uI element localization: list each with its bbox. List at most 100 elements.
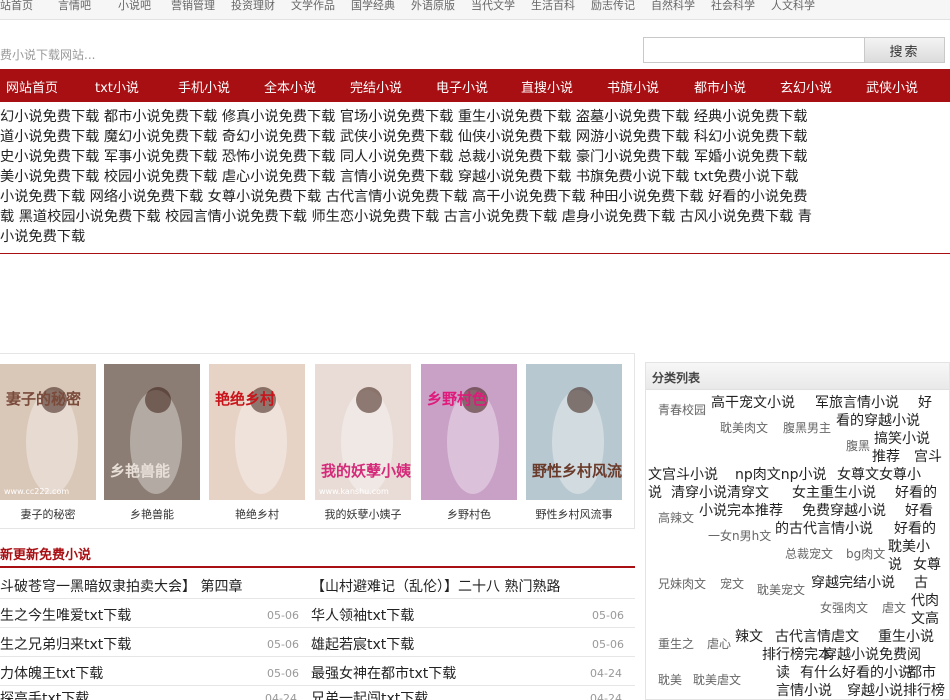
- nav-finished-novels[interactable]: 完结小说: [350, 77, 402, 96]
- category-tag[interactable]: 女强肉文: [820, 599, 868, 617]
- book-card[interactable]: 我的妖孽小姨子 www.kanshu.com 我的妖孽小姨子: [315, 364, 411, 524]
- nav-urban-novels[interactable]: 都市小说: [694, 77, 746, 96]
- category-tag[interactable]: 一女n男h文: [708, 527, 771, 545]
- category-tag[interactable]: 耽美小: [888, 538, 930, 556]
- book-card[interactable]: 乡野村色 乡野村色: [421, 364, 517, 524]
- category-tag[interactable]: np肉文np小说: [735, 466, 827, 484]
- book-card[interactable]: 野性乡村风流事 野性乡村风流事: [526, 364, 622, 524]
- category-tag[interactable]: 耽美宠文: [757, 581, 805, 599]
- list-item-link[interactable]: 斗破苍穹一黑暗奴隶拍卖大会】 第四章: [0, 576, 242, 596]
- category-tag[interactable]: 清穿小说清穿文: [671, 484, 769, 502]
- list-item-link[interactable]: 兄弟一起闯txt下载: [311, 688, 428, 700]
- genre-link-line[interactable]: 小说免费下载: [0, 227, 85, 247]
- category-tag[interactable]: 高干宠文小说: [711, 394, 795, 412]
- genre-link-line[interactable]: 小说免费下载 网络小说免费下载 女尊小说免费下载 古代言情小说免费下载 高干小说…: [0, 187, 807, 207]
- list-item-link[interactable]: 华人领袖txt下载: [311, 605, 414, 625]
- nav-direct-search[interactable]: 直搜小说: [521, 77, 573, 96]
- genre-link-line[interactable]: 载 黑道校园小说免费下载 校园言情小说免费下载 师生恋小说免费下载 古言小说免费…: [0, 207, 812, 227]
- list-item-link[interactable]: 雄起若宸txt下载: [311, 634, 414, 654]
- list-item-link[interactable]: 【山村避难记（乱伦）】二十八 熟门熟路: [311, 576, 560, 596]
- list-item-link[interactable]: 探高手txt下载: [0, 688, 89, 700]
- category-tag[interactable]: 耽美肉文: [720, 419, 768, 437]
- category-tag[interactable]: 文高: [911, 610, 939, 628]
- category-tag[interactable]: 有什么好看的小说: [800, 664, 912, 682]
- category-tag[interactable]: 代肉: [911, 592, 939, 610]
- list-item-link[interactable]: 生之兄弟归来txt下载: [0, 634, 131, 654]
- category-tag[interactable]: 女主重生小说: [792, 484, 876, 502]
- category-tag[interactable]: 重生之: [658, 635, 694, 653]
- nav-wuxia-novels[interactable]: 武侠小说: [866, 77, 918, 96]
- top-link-novel-forum[interactable]: 小说吧: [118, 0, 151, 13]
- list-item-link[interactable]: 生之今生唯爱txt下载: [0, 605, 131, 625]
- category-tag[interactable]: 宠文: [720, 575, 744, 593]
- top-link-romance-forum[interactable]: 言情吧: [58, 0, 91, 13]
- nav-complete-novels[interactable]: 全本小说: [264, 77, 316, 96]
- category-tag[interactable]: 虐文: [882, 599, 906, 617]
- top-link-foreign[interactable]: 外语原版: [411, 0, 455, 13]
- search-input[interactable]: [643, 37, 865, 63]
- category-tag[interactable]: 高辣文: [658, 509, 694, 527]
- category-tag[interactable]: 排行榜完本: [762, 646, 832, 664]
- genre-link-line[interactable]: 美小说免费下载 校园小说免费下载 虐心小说免费下载 言情小说免费下载 穿越小说免…: [0, 167, 799, 187]
- nav-home[interactable]: 网站首页: [6, 77, 58, 96]
- top-link-home[interactable]: 站首页: [0, 0, 33, 13]
- category-tag[interactable]: 腹黑男主: [783, 419, 831, 437]
- book-title[interactable]: 野性乡村风流事: [526, 506, 622, 522]
- category-tag[interactable]: 青春校园: [658, 401, 706, 419]
- nav-ebooks[interactable]: 电子小说: [436, 77, 488, 96]
- list-item-link[interactable]: 力体魄王txt下载: [0, 663, 103, 683]
- top-link-natural-science[interactable]: 自然科学: [651, 0, 695, 13]
- nav-txt-novels[interactable]: txt小说: [95, 77, 139, 96]
- category-tag[interactable]: 古: [914, 574, 928, 592]
- book-card[interactable]: 艳绝乡村 艳绝乡村: [209, 364, 305, 524]
- category-tag[interactable]: 腹黑: [846, 437, 870, 455]
- category-tag[interactable]: 的古代言情小说: [775, 520, 873, 538]
- category-tag[interactable]: 都市: [908, 664, 936, 682]
- nav-mobile-novels[interactable]: 手机小说: [178, 77, 230, 96]
- book-title[interactable]: 妻子的秘密: [0, 506, 96, 522]
- category-tag[interactable]: 好看的: [894, 520, 936, 538]
- category-tag[interactable]: 虐心: [707, 635, 731, 653]
- category-tag[interactable]: 宫斗: [914, 448, 942, 466]
- category-tag[interactable]: 穿越小说排行榜: [847, 682, 945, 699]
- nav-fantasy-novels[interactable]: 玄幻小说: [780, 77, 832, 96]
- category-tag[interactable]: 总裁宠文: [785, 545, 833, 563]
- book-cover[interactable]: 乡野村色: [421, 364, 517, 500]
- top-link-contemporary[interactable]: 当代文学: [471, 0, 515, 13]
- category-tag[interactable]: 推荐: [872, 448, 900, 466]
- top-link-marketing[interactable]: 营销管理: [171, 0, 215, 13]
- search-button[interactable]: 搜索: [865, 37, 945, 63]
- genre-link-line[interactable]: 幻小说免费下载 都市小说免费下载 修真小说免费下载 官场小说免费下载 重生小说免…: [0, 107, 807, 127]
- book-title[interactable]: 乡野村色: [421, 506, 517, 522]
- list-item-link[interactable]: 最强女神在都市txt下载: [311, 663, 456, 683]
- top-link-literature[interactable]: 文学作品: [291, 0, 335, 13]
- book-card[interactable]: 乡艳兽能 乡艳兽能: [104, 364, 200, 524]
- category-tag[interactable]: 女尊: [913, 556, 941, 574]
- genre-link-line[interactable]: 道小说免费下载 魔幻小说免费下载 奇幻小说免费下载 武侠小说免费下载 仙侠小说免…: [0, 127, 807, 147]
- category-tag[interactable]: 耽美: [658, 671, 682, 689]
- book-cover[interactable]: 乡艳兽能: [104, 364, 200, 500]
- category-tag[interactable]: 辣文: [735, 628, 763, 646]
- book-cover[interactable]: 我的妖孽小姨子 www.kanshu.com: [315, 364, 411, 500]
- category-tag[interactable]: 搞笑小说: [874, 430, 930, 448]
- category-tag[interactable]: 好看的: [895, 484, 937, 502]
- category-tag[interactable]: 女尊文女尊小: [837, 466, 921, 484]
- category-tag[interactable]: 小说完本推荐: [699, 502, 783, 520]
- category-tag[interactable]: 文宫斗小说: [648, 466, 718, 484]
- book-cover[interactable]: 艳绝乡村: [209, 364, 305, 500]
- category-tag[interactable]: 免费穿越小说: [802, 502, 886, 520]
- top-link-life[interactable]: 生活百科: [531, 0, 575, 13]
- book-cover[interactable]: 野性乡村风流事: [526, 364, 622, 500]
- category-tag[interactable]: 好看: [905, 502, 933, 520]
- top-link-humanities[interactable]: 人文科学: [771, 0, 815, 13]
- category-tag[interactable]: 耽美虐文: [693, 671, 741, 689]
- category-tag[interactable]: 古代言情虐文: [775, 628, 859, 646]
- book-cover[interactable]: 妻子的秘密 www.cc222.com: [0, 364, 96, 500]
- nav-shuqi-novels[interactable]: 书旗小说: [607, 77, 659, 96]
- category-tag[interactable]: 兄妹肉文: [658, 575, 706, 593]
- book-title[interactable]: 艳绝乡村: [209, 506, 305, 522]
- category-tag[interactable]: 重生小说: [878, 628, 934, 646]
- top-link-biography[interactable]: 励志传记: [591, 0, 635, 13]
- category-tag[interactable]: 说: [648, 484, 662, 502]
- book-title[interactable]: 我的妖孽小姨子: [315, 506, 411, 522]
